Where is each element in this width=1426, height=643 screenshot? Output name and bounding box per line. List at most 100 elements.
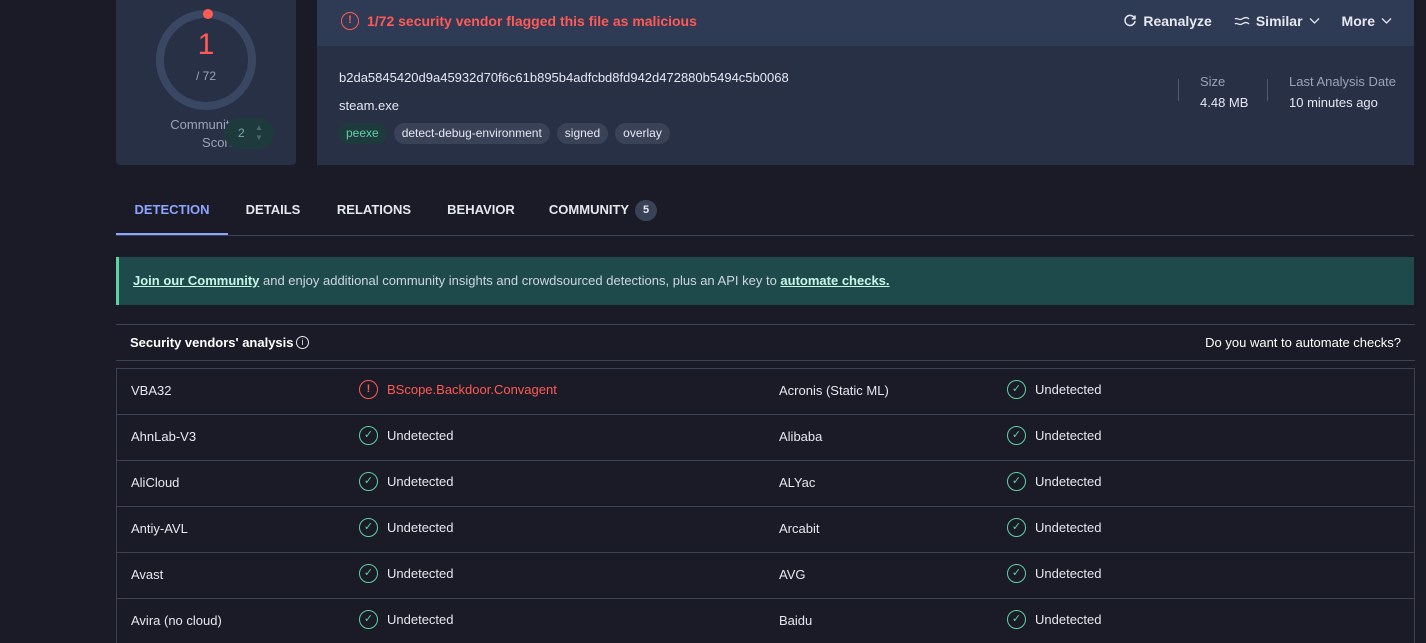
refresh-icon — [1124, 14, 1137, 27]
vendor-name: Acronis (Static ML) — [779, 383, 889, 398]
vendor-result-text: Undetected — [1035, 474, 1102, 489]
vendor-result: ✓ Undetected — [1007, 380, 1102, 399]
report-tabs: DETECTION DETAILS RELATIONS BEHAVIOR COM… — [116, 188, 1414, 236]
vendor-name: Avira (no cloud) — [131, 613, 222, 628]
chevron-down-icon — [1381, 18, 1392, 24]
tab-community[interactable]: COMMUNITY 5 — [544, 188, 662, 235]
vendor-result-text: Undetected — [1035, 566, 1102, 581]
divider — [1267, 79, 1268, 101]
vendor-result-text: Undetected — [387, 474, 454, 489]
community-count-badge: 5 — [635, 200, 658, 222]
vendors-table: VBA32! BScope.Backdoor.Convagent Acronis (… — [116, 368, 1415, 643]
check-icon: ✓ — [359, 472, 378, 491]
vendor-result: ✓ Undetected — [1007, 564, 1102, 583]
check-icon: ✓ — [1007, 426, 1026, 445]
vendor-name: AVG — [779, 567, 806, 582]
check-icon: ✓ — [359, 610, 378, 629]
check-icon: ✓ — [1007, 380, 1026, 399]
vendor-result-text: Undetected — [387, 566, 454, 581]
alert-text: 1/72 security vendor flagged this file a… — [367, 13, 697, 29]
tab-relations[interactable]: RELATIONS — [330, 188, 418, 235]
vendor-name: Baidu — [779, 613, 813, 628]
tag-overlay[interactable]: overlay — [615, 123, 670, 144]
tag-detect-debug-environment[interactable]: detect-debug-environment — [393, 123, 550, 144]
tab-details[interactable]: DETAILS — [238, 188, 308, 235]
vendor-name: Antiy-AVL — [131, 521, 188, 536]
similar-label: Similar — [1255, 13, 1303, 29]
vendor-result: ✓ Undetected — [1007, 426, 1102, 445]
table-row: Avira (no cloud) ✓ Undetected Baidu ✓ Undetec… — [117, 598, 1414, 643]
file-summary-card: ! 1/72 security vendor flagged this file… — [317, 0, 1414, 165]
community-score-stepper[interactable]: 2 ▲ ▼ — [224, 118, 274, 149]
table-row: AliCloud ✓ Undetected ALYac ✓ Undetected — [117, 460, 1414, 506]
last-analysis-value: 10 minutes ago — [1289, 95, 1378, 110]
vendor-result-text: Undetected — [1035, 612, 1102, 627]
join-community-link[interactable]: Join our Community — [133, 273, 259, 288]
size-label: Size — [1200, 74, 1226, 89]
check-icon: ✓ — [1007, 564, 1026, 583]
community-banner: Join our Community and enjoy additional … — [116, 257, 1414, 305]
tag-peexe[interactable]: peexe — [338, 123, 387, 144]
vendor-result: ✓ Undetected — [1007, 610, 1102, 629]
vendor-result-text: BScope.Backdoor.Convagent — [387, 382, 557, 397]
reanalyze-label: Reanalyze — [1143, 13, 1212, 29]
vendors-header: Security vendors' analysis i Do you want… — [116, 324, 1415, 361]
security-vendors-section: Security vendors' analysis i Do you want… — [116, 324, 1415, 643]
vendor-result-text: Undetected — [387, 612, 454, 627]
detection-score-card: 1 / 72 Community Score 2 ▲ ▼ — [116, 0, 296, 165]
vendors-title: Security vendors' analysis — [130, 335, 294, 350]
table-row: AhnLab-V3 ✓ Undetected Alibaba ✓ Undetected — [117, 414, 1414, 460]
vendor-name: AhnLab-V3 — [131, 429, 197, 444]
vendor-result: ✓ Undetected — [359, 426, 454, 445]
table-row: VBA32! BScope.Backdoor.Convagent Acronis (… — [117, 368, 1414, 414]
vendor-result: ✓ Undetected — [359, 472, 454, 491]
vendor-result-text: Undetected — [387, 428, 454, 443]
vendor-name: VBA32 — [131, 383, 172, 398]
check-icon: ✓ — [359, 518, 378, 537]
file-hash[interactable]: b2da5845420d9a45932d70f6c61b895b4adfcbd8… — [339, 70, 789, 85]
vendor-result: ✓ Undetected — [1007, 518, 1102, 537]
vendor-result: ✓ Undetected — [359, 564, 454, 583]
similar-button[interactable]: Similar — [1234, 13, 1320, 29]
more-label: More — [1341, 13, 1375, 29]
vendor-result: ! BScope.Backdoor.Convagent — [359, 380, 557, 399]
file-name: steam.exe — [339, 98, 399, 113]
divider — [1178, 79, 1179, 101]
check-icon: ✓ — [1007, 610, 1026, 629]
tab-behavior[interactable]: BEHAVIOR — [440, 188, 522, 235]
automate-checks-question[interactable]: Do you want to automate checks? — [1205, 335, 1401, 350]
automate-checks-link[interactable]: automate checks. — [780, 273, 889, 288]
more-button[interactable]: More — [1342, 13, 1392, 29]
vendor-result: ✓ Undetected — [359, 518, 454, 537]
reanalyze-button[interactable]: Reanalyze — [1123, 13, 1212, 29]
chevron-down-icon — [1309, 18, 1320, 24]
check-icon: ✓ — [359, 426, 378, 445]
alert-icon: ! — [359, 380, 378, 399]
vendor-result: ✓ Undetected — [359, 610, 454, 629]
check-icon: ✓ — [1007, 472, 1026, 491]
check-icon: ✓ — [359, 564, 378, 583]
vendor-result-text: Undetected — [1035, 382, 1102, 397]
file-tags: peexe detect-debug-environment signed ov… — [338, 123, 670, 144]
stepper-arrows-icon[interactable]: ▲ ▼ — [255, 123, 263, 143]
vendor-name: Alibaba — [779, 429, 823, 444]
vendor-name: Arcabit — [779, 521, 820, 536]
vendor-name: Avast — [131, 567, 164, 582]
table-row: Avast ✓ Undetected AVG ✓ Undetected — [117, 552, 1414, 598]
vendor-result: ✓ Undetected — [1007, 472, 1102, 491]
banner-text: and enjoy additional community insights … — [259, 273, 781, 288]
community-score-label: Community Score — [170, 117, 236, 150]
tag-signed[interactable]: signed — [556, 123, 609, 144]
tab-detection[interactable]: DETECTION — [116, 188, 228, 235]
vendor-result-text: Undetected — [1035, 428, 1102, 443]
vendor-name: ALYac — [779, 475, 816, 490]
table-row: Antiy-AVL ✓ Undetected Arcabit ✓ Undetected — [117, 506, 1414, 552]
vendor-name: AliCloud — [131, 475, 180, 490]
vendor-result-text: Undetected — [387, 520, 454, 535]
size-value: 4.48 MB — [1200, 95, 1249, 110]
alert-bar: ! 1/72 security vendor flagged this file… — [317, 0, 1414, 46]
community-score-value: 2 — [238, 126, 245, 140]
check-icon: ✓ — [1007, 518, 1026, 537]
info-icon[interactable]: i — [296, 336, 309, 349]
last-analysis-label: Last Analysis Date — [1289, 74, 1396, 89]
